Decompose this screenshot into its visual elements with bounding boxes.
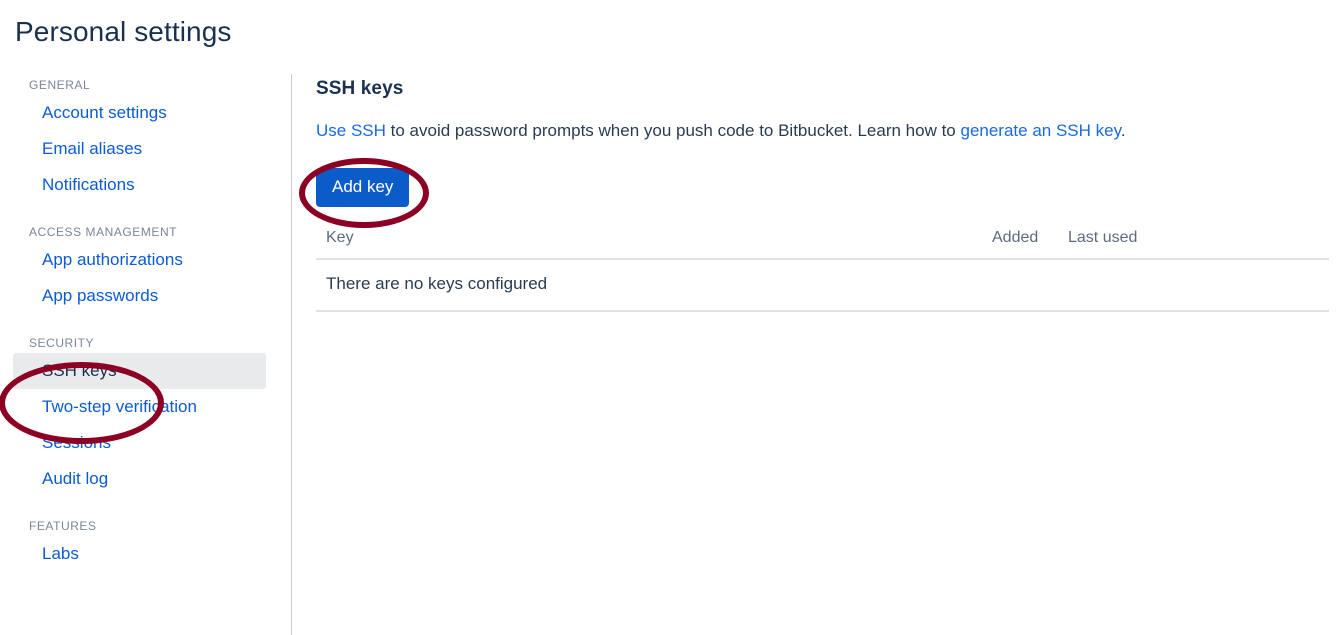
ssh-keys-panel: SSH keys Use SSH to avoid password promp… [316,76,1343,312]
page-title: Personal settings [15,16,232,47]
sidebar-content-divider [291,74,292,635]
sidebar-section-label-access-management: ACCESS MANAGEMENT [29,225,178,239]
add-key-button[interactable]: Add key [316,168,410,207]
sidebar-item-two-step-verification[interactable]: Two-step verification [13,389,266,425]
sidebar-item-ssh-keys[interactable]: SSH keys [13,353,266,389]
column-header-key: Key [316,229,992,260]
table-row-empty: There are no keys configured [316,259,1329,312]
sidebar-item-labs[interactable]: Labs [13,536,266,572]
sidebar-section-label-general: GENERAL [29,78,91,92]
sidebar-section-label-security: SECURITY [29,336,95,350]
ssh-keys-table-head: Key Added Last used [316,229,1329,260]
ssh-keys-table-body: There are no keys configured [316,259,1329,312]
content-heading: SSH keys [316,78,404,99]
sidebar-item-account-settings[interactable]: Account settings [13,95,266,131]
description-text-middle: to avoid password prompts when you push … [385,121,961,140]
column-header-added: Added [992,229,1068,260]
sidebar-item-email-aliases[interactable]: Email aliases [13,131,266,167]
column-header-last-used: Last used [1068,229,1329,260]
sidebar-item-app-passwords[interactable]: App passwords [13,278,266,314]
table-header-row: Key Added Last used [316,229,1329,260]
sidebar-item-sessions[interactable]: Sessions [13,425,266,461]
ssh-keys-table: Key Added Last used There are no keys co… [316,229,1329,312]
empty-state-message: There are no keys configured [316,259,1329,312]
sidebar-item-app-authorizations[interactable]: App authorizations [13,242,266,278]
description-text-end: . [1120,121,1126,140]
sidebar-item-notifications[interactable]: Notifications [13,167,266,203]
sidebar-item-audit-log[interactable]: Audit log [13,461,266,497]
generate-ssh-key-link[interactable]: generate an SSH key [960,121,1120,140]
settings-sidebar: GENERAL Account settings Email aliases N… [0,76,285,572]
sidebar-section-label-features: FEATURES [29,519,97,533]
use-ssh-link[interactable]: Use SSH [316,121,386,140]
ssh-keys-description: Use SSH to avoid password prompts when y… [316,119,1343,143]
